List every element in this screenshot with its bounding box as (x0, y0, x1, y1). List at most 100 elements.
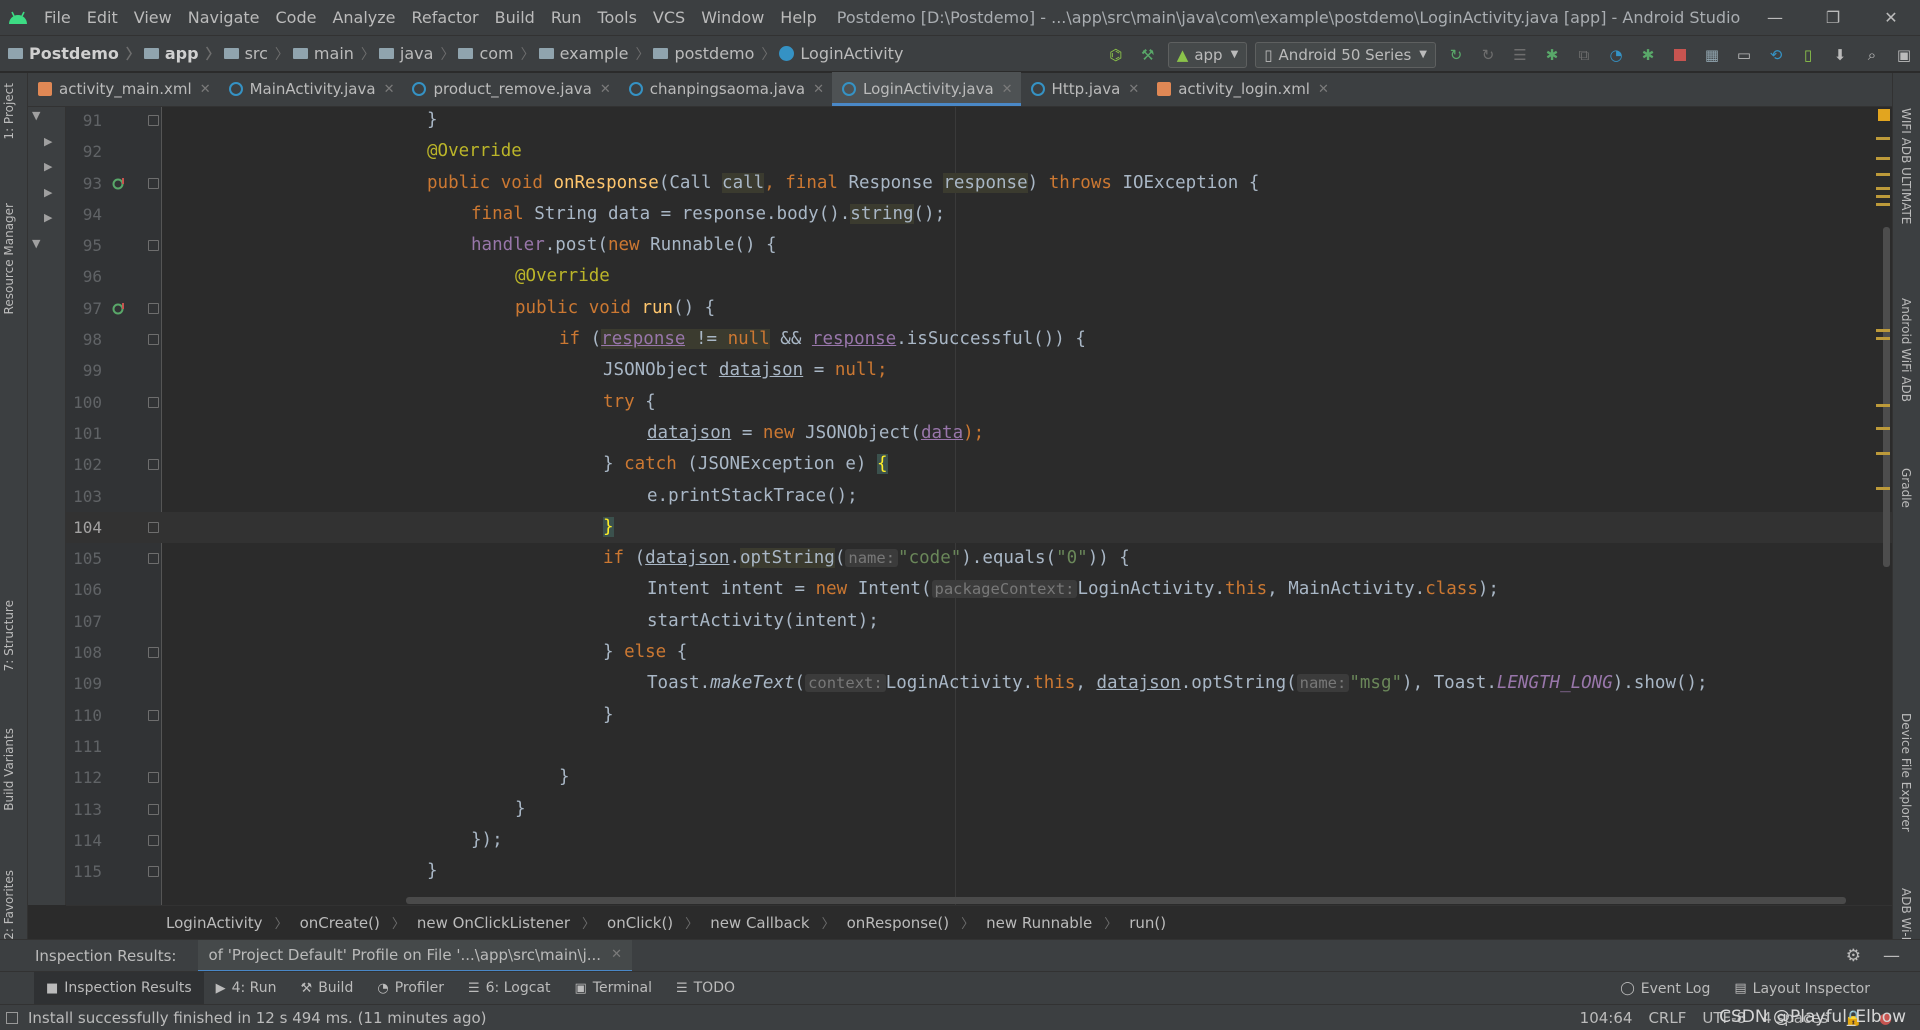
sync-gradle-icon[interactable]: ⟲ (1763, 42, 1789, 68)
structure-tool-button[interactable]: 7: Structure (2, 600, 16, 671)
apply-changes-icon[interactable]: ↻ (1475, 42, 1501, 68)
line-separator[interactable]: CRLF (1648, 1009, 1686, 1027)
device-select[interactable]: ▯ Android 50 Series ▼ (1255, 41, 1436, 68)
close-icon[interactable]: ✕ (1002, 82, 1013, 97)
tool-todo[interactable]: ☰ TODO (664, 972, 747, 1005)
crumb-java[interactable]: java 〉 (378, 44, 454, 64)
error-stripe-marker[interactable] (1876, 203, 1890, 206)
fold-icon[interactable] (148, 396, 159, 408)
menu-run[interactable]: Run (543, 0, 590, 35)
project-structure-icon[interactable]: ▦ (1699, 42, 1725, 68)
debug-icon[interactable]: ✱ (1539, 42, 1565, 68)
inspection-tab[interactable]: of 'Project Default' Profile on File '..… (198, 939, 632, 972)
favorites-button[interactable]: 2: Favorites (2, 870, 16, 940)
error-stripe-marker[interactable] (1876, 329, 1890, 332)
wifi-adb-ultimate-button[interactable]: WIFI ADB ULTIMATE (1899, 108, 1913, 224)
gear-icon[interactable]: ⚙ (1846, 946, 1861, 966)
tab-product-remove[interactable]: product_remove.java ✕ (402, 72, 618, 106)
error-stripe-marker[interactable] (1876, 195, 1890, 198)
minimize-icon[interactable]: — (1746, 0, 1804, 35)
tool-build[interactable]: ⚒ Build (289, 972, 366, 1005)
attach-process-icon[interactable]: ✱ (1635, 42, 1661, 68)
fold-icon[interactable] (148, 803, 159, 815)
android-wifi-adb-button[interactable]: Android WiFi ADB (1899, 298, 1913, 402)
fold-icon[interactable] (148, 459, 159, 471)
close-icon[interactable]: ✕ (1128, 82, 1139, 97)
menu-help[interactable]: Help (772, 0, 824, 35)
tool-inspection-results[interactable]: ■ Inspection Results (34, 971, 204, 1005)
restore-icon[interactable]: ❐ (1804, 0, 1862, 35)
fold-icon[interactable] (148, 334, 159, 345)
menu-build[interactable]: Build (487, 0, 543, 35)
tab-login-activity[interactable]: LoginActivity.java ✕ (832, 72, 1021, 106)
tab-activity-main-xml[interactable]: activity_main.xml ✕ (28, 72, 219, 106)
close-icon[interactable]: ✕ (1318, 82, 1329, 97)
crumb-project[interactable]: Postdemo 〉 (8, 44, 140, 64)
crumb-module[interactable]: app 〉 (143, 44, 220, 64)
error-stripe-marker[interactable] (1876, 487, 1890, 490)
code-crumb[interactable]: run() (1129, 914, 1166, 932)
layout-icon[interactable]: ▭ (1731, 42, 1757, 68)
expand-arrow-icon[interactable]: ▶ (44, 135, 52, 148)
apply-code-changes-icon[interactable]: ☰ (1507, 42, 1533, 68)
code-crumb[interactable]: LoginActivity 〉 (166, 913, 300, 933)
error-stripe-marker[interactable] (1876, 173, 1890, 176)
menu-view[interactable]: View (126, 0, 180, 35)
vertical-scrollbar[interactable] (1883, 227, 1890, 567)
tab-main-activity[interactable]: MainActivity.java ✕ (219, 72, 403, 106)
avd-manager-icon[interactable]: ▯ (1795, 42, 1821, 68)
android-device-icon[interactable]: ⌬ (1103, 42, 1129, 68)
error-stripe-marker[interactable] (1876, 157, 1890, 160)
stop-icon[interactable] (1667, 42, 1693, 68)
code-crumb[interactable]: onClick() 〉 (607, 913, 710, 933)
fold-icon[interactable] (148, 709, 159, 721)
crumb-main[interactable]: main 〉 (292, 44, 375, 64)
attach-debugger-icon[interactable]: ⧉ (1571, 42, 1597, 68)
tool-terminal[interactable]: ▣ Terminal (563, 972, 664, 1005)
tool-event-log[interactable]: ◯ Event Log (1608, 972, 1722, 1005)
profile-icon[interactable]: ◔ (1603, 42, 1629, 68)
code-crumb[interactable]: new Runnable 〉 (986, 913, 1129, 933)
crumb-class[interactable]: LoginActivity (779, 44, 903, 63)
menu-file[interactable]: File (36, 0, 79, 35)
project-tool-button[interactable]: 1: Project (2, 83, 16, 140)
menu-code[interactable]: Code (268, 0, 325, 35)
gradle-button[interactable]: Gradle (1899, 468, 1913, 508)
menu-vcs[interactable]: VCS (645, 0, 693, 35)
menu-tools[interactable]: Tools (590, 0, 645, 35)
error-stripe-marker[interactable] (1876, 452, 1890, 455)
make-project-icon[interactable]: ⚒ (1135, 42, 1161, 68)
expand-arrow-icon[interactable]: ▼ (32, 109, 40, 122)
expand-arrow-icon[interactable]: ▶ (44, 211, 52, 224)
code-crumb[interactable]: onCreate() 〉 (300, 913, 417, 933)
close-icon[interactable]: ✕ (384, 82, 395, 97)
tab-chanpingsaoma[interactable]: chanpingsaoma.java ✕ (619, 72, 832, 106)
tool-logcat[interactable]: ☰ 6: Logcat (456, 972, 563, 1005)
error-stripe-marker[interactable] (1876, 187, 1890, 190)
adb-wifi-button[interactable]: ADB Wi-Fi (1899, 888, 1913, 946)
code-crumb[interactable]: new Callback 〉 (710, 913, 846, 933)
device-file-explorer-button[interactable]: Device File Explorer (1899, 713, 1913, 832)
expand-arrow-icon[interactable]: ▼ (32, 237, 40, 250)
close-icon[interactable]: ✕ (600, 82, 611, 97)
menu-analyze[interactable]: Analyze (324, 0, 403, 35)
run-config-select[interactable]: ▲ app ▼ (1167, 41, 1248, 68)
error-stripe-marker[interactable] (1876, 427, 1890, 430)
menu-window[interactable]: Window (693, 0, 772, 35)
fold-icon[interactable] (148, 772, 159, 784)
fold-icon[interactable] (148, 302, 159, 314)
fold-icon[interactable] (148, 553, 159, 565)
tool-run[interactable]: ▶ 4: Run (204, 972, 289, 1005)
close-icon[interactable]: ✕ (611, 947, 622, 962)
resource-manager-button[interactable]: Resource Manager (2, 203, 16, 314)
menu-edit[interactable]: Edit (79, 0, 126, 35)
code-editor[interactable]: 91 } 92 @Override 93 public void onRespo… (66, 107, 1892, 905)
fold-icon[interactable] (148, 647, 159, 658)
code-crumb[interactable]: new OnClickListener 〉 (417, 913, 607, 933)
crumb-example[interactable]: example 〉 (538, 44, 649, 64)
search-icon[interactable]: ⌕ (1859, 42, 1885, 68)
caret-position[interactable]: 104:64 (1580, 1009, 1633, 1027)
tool-profiler[interactable]: ◔ Profiler (365, 972, 456, 1005)
crumb-com[interactable]: com 〉 (458, 44, 535, 64)
status-message[interactable]: Install successfully finished in 12 s 49… (6, 1009, 487, 1027)
